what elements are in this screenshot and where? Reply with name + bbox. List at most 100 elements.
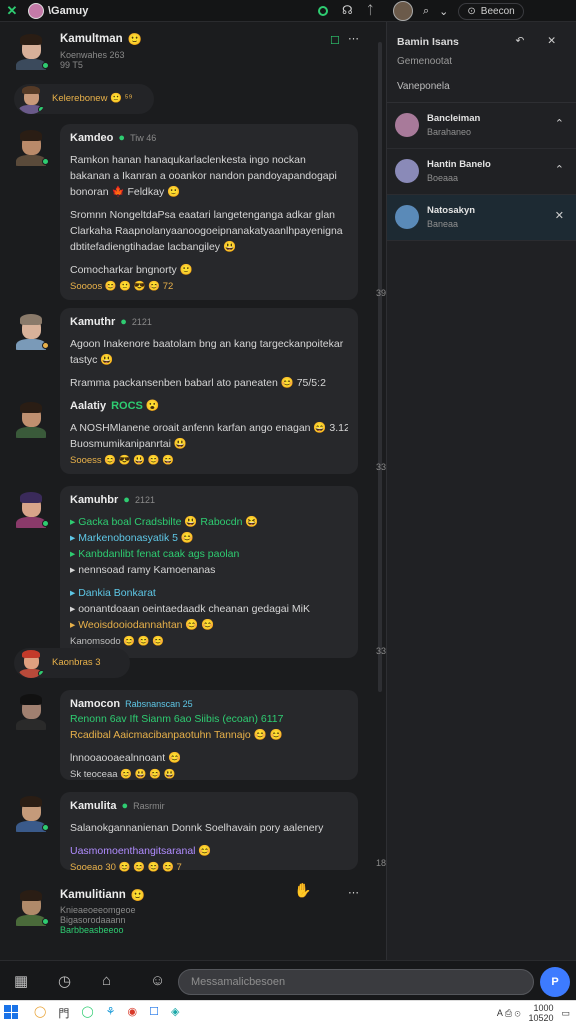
- panel-item[interactable]: Hantin Banelo Boeaaa ⌃: [387, 149, 576, 195]
- message-bubble[interactable]: Kamulita ● Rasrmir Salanokgannanienan Do…: [60, 792, 386, 873]
- avatar[interactable]: [12, 490, 50, 528]
- more-icon[interactable]: ⋯: [348, 32, 359, 45]
- composer-bar: ▦ ◷ ⌂ ☺ Messamalicbesoen P: [0, 960, 576, 1000]
- message-text: Sromnn NongeltdaPsa eaatari langetengang…: [70, 209, 336, 221]
- more-icon[interactable]: ⋯: [348, 886, 359, 899]
- message-text: Salanokgannanienan Donnk Soelhavain pory…: [70, 822, 324, 834]
- list-item: ▸ Dankia Bonkarat: [70, 587, 156, 599]
- tray-icons[interactable]: A ⎙ ⊙: [497, 1008, 521, 1019]
- reaction-bar[interactable]: Kanomsodo 😊 😊 😊: [70, 636, 348, 647]
- os-taskbar: ◯ 門 ◯ ⚘ ◉ ☐ ◈ A ⎙ ⊙ 1000 10520 ▭: [0, 1000, 576, 1024]
- sender-name[interactable]: Kamdeo: [70, 132, 113, 144]
- app-icon[interactable]: 門: [58, 1005, 69, 1021]
- send-button[interactable]: P: [540, 967, 570, 997]
- panel-section-title: Vaneponela: [387, 71, 576, 103]
- avatar: [395, 159, 419, 183]
- avatar[interactable]: [12, 312, 50, 350]
- message: Kamuthr ● 2121 Agoon Inakenore baatolam …: [8, 308, 386, 478]
- reaction-bar[interactable]: Sooeao 30 😊 😊 😊 😊 7: [70, 862, 348, 873]
- avatar: [395, 113, 419, 137]
- reaction-bar[interactable]: Soooos 😊 🙂 😎 😊 72: [70, 281, 348, 292]
- message-text: A NOSHMlanene oroait anfenn karfan ango …: [70, 422, 348, 434]
- avatar[interactable]: [12, 128, 50, 166]
- app-icon[interactable]: ◉: [128, 1005, 138, 1021]
- scrollbar[interactable]: [378, 42, 382, 692]
- close-icon[interactable]: ✕: [555, 209, 564, 222]
- windows-icon[interactable]: [4, 1005, 18, 1019]
- sender-name[interactable]: Kamuhbr: [70, 494, 118, 506]
- avatar[interactable]: [12, 400, 50, 438]
- message-text: Renonn 6av Ift Sianm 6ao Siibis (ecoan) …: [70, 713, 284, 725]
- user-avatar[interactable]: [393, 1, 413, 21]
- online-icon: ●: [118, 132, 126, 144]
- taskbar-apps: ◯ 門 ◯ ⚘ ◉ ☐ ◈: [34, 1005, 179, 1021]
- beacon-label: Beecon: [480, 5, 515, 17]
- clock-icon[interactable]: ◷: [58, 972, 71, 990]
- sender-name[interactable]: Aalatiy: [70, 400, 106, 412]
- avatar[interactable]: [12, 32, 50, 70]
- avatar[interactable]: [16, 648, 46, 678]
- system-notice: Kaonbras 3: [14, 648, 130, 678]
- message-input[interactable]: Messamalicbesoen: [178, 969, 534, 995]
- avatar[interactable]: [12, 794, 50, 832]
- avatar[interactable]: [12, 888, 50, 926]
- app-icon[interactable]: ☐: [149, 1005, 159, 1021]
- clock[interactable]: 1000 10520: [528, 1003, 553, 1023]
- reaction-bar[interactable]: Sk teoceaa 😊 😃 😊 😃: [70, 769, 348, 780]
- sender-name[interactable]: Kamuthr: [70, 316, 115, 328]
- app-icon[interactable]: ◯: [34, 1005, 46, 1021]
- message-meta: Bigasorodaaann: [60, 915, 126, 925]
- reaction-bar[interactable]: Sooess 😊 😎 😃 😊 😄: [70, 455, 348, 466]
- grid-icon[interactable]: ▦: [14, 972, 28, 990]
- chevron-down-icon[interactable]: ⌄: [439, 5, 448, 18]
- headset-icon[interactable]: ☊: [342, 3, 353, 17]
- search-icon[interactable]: ⌕: [423, 5, 429, 18]
- cursor-icon: ✋: [294, 882, 312, 898]
- pin-icon[interactable]: ᛏ: [367, 3, 374, 17]
- app-icon[interactable]: ◯: [81, 1005, 93, 1021]
- app-icon[interactable]: ⚘: [106, 1005, 116, 1021]
- sender-name[interactable]: Namocon: [70, 698, 120, 710]
- system-notice: Kelerebonew 🙂 ⁵⁹: [14, 84, 154, 114]
- chevron-up-icon[interactable]: ⌃: [555, 117, 564, 130]
- message-meta: Rabsnanscan 25: [125, 699, 193, 709]
- panel-item[interactable]: Natosakyn Baneaa ✕: [387, 195, 576, 241]
- sender-name[interactable]: Kamulita: [70, 800, 116, 812]
- app-icon[interactable]: ◈: [171, 1005, 179, 1021]
- notice-text: Kaonbras 3: [52, 657, 101, 668]
- avatar[interactable]: [28, 2, 44, 19]
- sender-name[interactable]: Kamultman: [60, 33, 123, 45]
- message-text: bonoran 🍁 Feldkay 🙂: [70, 186, 181, 198]
- notification-icon[interactable]: ▭: [561, 1008, 570, 1019]
- message-bubble[interactable]: Kamdeo ● Tiw 46 Ramkon hanan hanaqukarla…: [60, 124, 386, 300]
- message-bubble[interactable]: Kamuthr ● 2121 Agoon Inakenore baatolam …: [60, 308, 386, 474]
- chevron-up-icon[interactable]: ⌃: [555, 163, 564, 176]
- item-meta: Baneaa: [427, 219, 459, 229]
- reply-count: 33: [375, 462, 386, 472]
- side-panel: Bamin Isans Gemenootat ↶ ✕ Vaneponela Ba…: [386, 22, 576, 960]
- avatar[interactable]: [12, 692, 50, 730]
- panel-actions-icon[interactable]: ↶ ✕: [515, 35, 566, 47]
- avatar[interactable]: [16, 84, 46, 114]
- message-text: Agoon Inakenore baatolam bng an kang tar…: [70, 338, 344, 350]
- message-bubble[interactable]: Namocon Rabsnanscan 25 Renonn 6av Ift Si…: [60, 690, 358, 780]
- beacon-button[interactable]: ⊙ Beecon: [458, 2, 524, 20]
- list-item: ▸ nennsoad ramy Kamoenanas: [70, 564, 216, 576]
- online-icon: ●: [120, 316, 127, 328]
- panel-subtitle: Gemenootat: [397, 56, 453, 67]
- emoji-icon[interactable]: ☺: [150, 972, 165, 989]
- status-icon[interactable]: [318, 6, 328, 16]
- message-text: tastyc 😃: [70, 354, 114, 366]
- sender-name[interactable]: Kamulitiann: [60, 889, 126, 901]
- bag-icon[interactable]: ⌂: [102, 972, 111, 989]
- item-name: Bancleiman: [427, 113, 481, 124]
- message-meta: ROCS 😮: [111, 400, 160, 412]
- chat-feed[interactable]: Kamultman 🙂 Koenwahes 263 99 T5 ☐ ⋯ Kele…: [0, 22, 386, 960]
- flag-icon[interactable]: ☐: [330, 34, 340, 47]
- close-icon[interactable]: ✕: [0, 3, 24, 19]
- app-title: \Gamuy: [48, 4, 89, 17]
- panel-item[interactable]: Bancleiman Barahaneo ⌃: [387, 103, 576, 149]
- notice-text: Kelerebonew 🙂 ⁵⁹: [52, 93, 133, 104]
- message-bubble[interactable]: Kamuhbr ● 2121 ▸ Gacka boal Cradsbilte 😃…: [60, 486, 386, 658]
- message: Kamulitiann 🙂 Knieaeoeeomgeoe Bigasoroda…: [8, 882, 368, 954]
